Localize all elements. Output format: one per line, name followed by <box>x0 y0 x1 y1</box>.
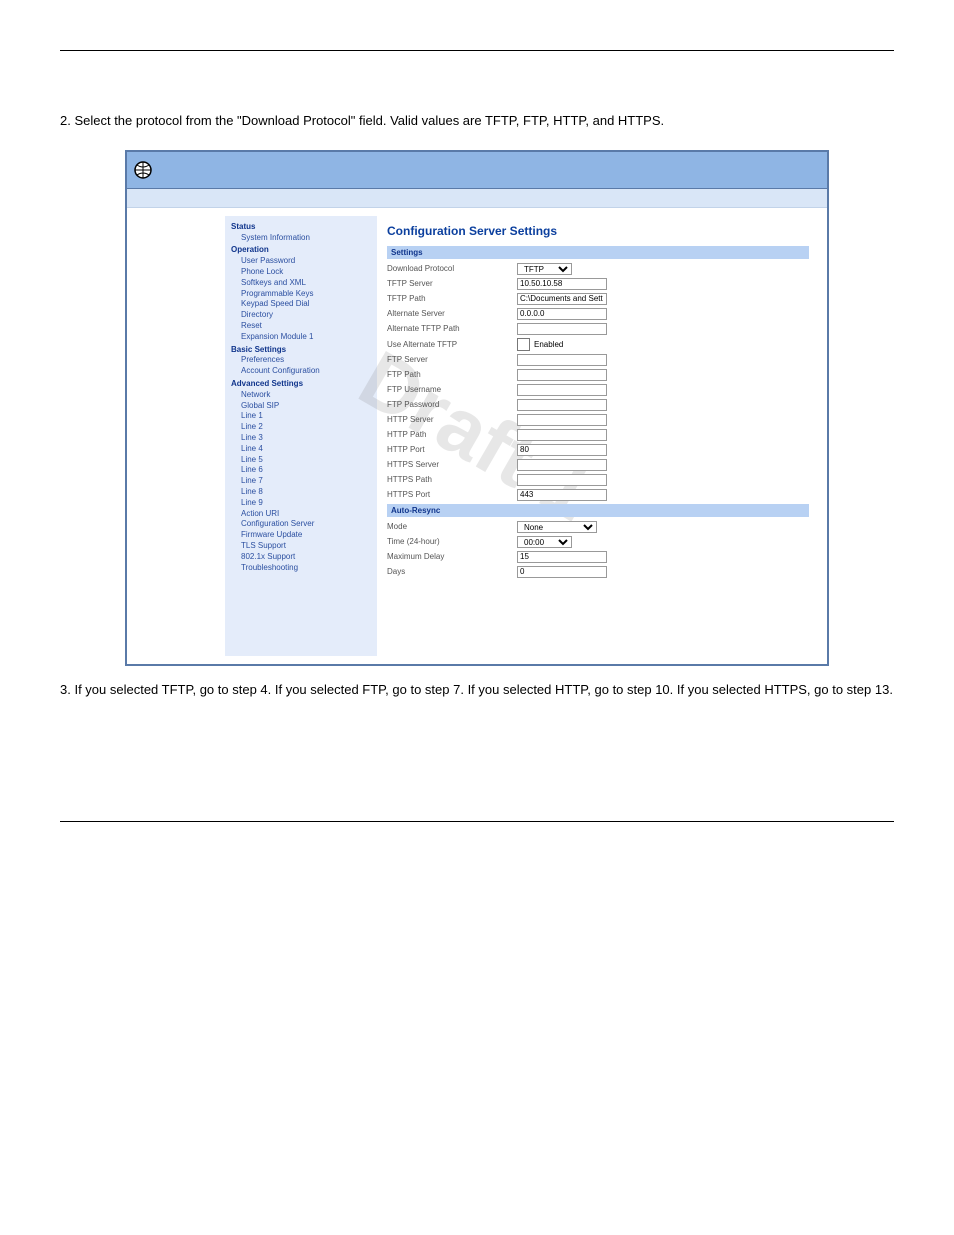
label-http-path: HTTP Path <box>387 430 517 439</box>
sidebar-item-global-sip[interactable]: Global SIP <box>231 401 371 412</box>
sidebar-item-system-information[interactable]: System Information <box>231 233 371 244</box>
sidebar-item-action-uri[interactable]: Action URI <box>231 509 371 520</box>
sidebar-item-expansion-module[interactable]: Expansion Module 1 <box>231 332 371 343</box>
sidebar-item-account-configuration[interactable]: Account Configuration <box>231 366 371 377</box>
label-http-port: HTTP Port <box>387 445 517 454</box>
page-top-rule <box>60 50 894 51</box>
sidebar-item-phone-lock[interactable]: Phone Lock <box>231 267 371 278</box>
sidebar-item-preferences[interactable]: Preferences <box>231 355 371 366</box>
sidebar-item-troubleshooting[interactable]: Troubleshooting <box>231 563 371 574</box>
select-mode[interactable]: None <box>517 521 597 533</box>
input-ftp-password[interactable] <box>517 399 607 411</box>
sidebar-item-user-password[interactable]: User Password <box>231 256 371 267</box>
sidebar-item-firmware-update[interactable]: Firmware Update <box>231 530 371 541</box>
label-https-path: HTTPS Path <box>387 475 517 484</box>
label-ftp-username: FTP Username <box>387 385 517 394</box>
app-header-bar <box>127 152 827 189</box>
input-https-port[interactable] <box>517 489 607 501</box>
select-time[interactable]: 00:00 <box>517 536 572 548</box>
sidebar-heading-advanced: Advanced Settings <box>231 379 371 390</box>
sidebar-item-line6[interactable]: Line 6 <box>231 465 371 476</box>
label-max-delay: Maximum Delay <box>387 552 517 561</box>
sidebar-item-line1[interactable]: Line 1 <box>231 411 371 422</box>
input-ftp-path[interactable] <box>517 369 607 381</box>
page-outro-text: 3. If you selected TFTP, go to step 4. I… <box>60 680 894 701</box>
sidebar-item-line3[interactable]: Line 3 <box>231 433 371 444</box>
label-tftp-server: TFTP Server <box>387 279 517 288</box>
sidebar-heading-operation: Operation <box>231 245 371 256</box>
main-panel: Configuration Server Settings Settings D… <box>377 216 819 656</box>
input-ftp-server[interactable] <box>517 354 607 366</box>
select-download-protocol[interactable]: TFTP <box>517 263 572 275</box>
page-bottom-rule <box>60 821 894 822</box>
sidebar-item-programmable-keys[interactable]: Programmable Keys <box>231 289 371 300</box>
label-ftp-password: FTP Password <box>387 400 517 409</box>
sidebar-item-8021x-support[interactable]: 802.1x Support <box>231 552 371 563</box>
label-alternate-server: Alternate Server <box>387 309 517 318</box>
input-tftp-server[interactable] <box>517 278 607 290</box>
sidebar-item-keypad-speed-dial[interactable]: Keypad Speed Dial <box>231 299 371 310</box>
sidebar-heading-status: Status <box>231 222 371 233</box>
sidebar-item-tls-support[interactable]: TLS Support <box>231 541 371 552</box>
sidebar-item-line8[interactable]: Line 8 <box>231 487 371 498</box>
sidebar-item-line7[interactable]: Line 7 <box>231 476 371 487</box>
label-https-port: HTTPS Port <box>387 490 517 499</box>
input-https-path[interactable] <box>517 474 607 486</box>
checkbox-use-alternate-tftp[interactable] <box>517 338 530 351</box>
sidebar-item-configuration-server[interactable]: Configuration Server <box>231 519 371 530</box>
input-alternate-server[interactable] <box>517 308 607 320</box>
sidebar-item-line4[interactable]: Line 4 <box>231 444 371 455</box>
app-subheader-bar <box>127 189 827 208</box>
input-alternate-tftp-path[interactable] <box>517 323 607 335</box>
sidebar-item-line9[interactable]: Line 9 <box>231 498 371 509</box>
panel-title: Configuration Server Settings <box>387 224 809 238</box>
sidebar-item-network[interactable]: Network <box>231 390 371 401</box>
label-mode: Mode <box>387 522 517 531</box>
input-http-server[interactable] <box>517 414 607 426</box>
input-max-delay[interactable] <box>517 551 607 563</box>
label-alternate-tftp-path: Alternate TFTP Path <box>387 324 517 333</box>
label-time: Time (24-hour) <box>387 537 517 546</box>
section-settings-bar: Settings <box>387 246 809 259</box>
checkbox-label-enabled: Enabled <box>534 340 563 349</box>
sidebar-item-line2[interactable]: Line 2 <box>231 422 371 433</box>
label-days: Days <box>387 567 517 576</box>
input-http-path[interactable] <box>517 429 607 441</box>
sidebar-item-softkeys-xml[interactable]: Softkeys and XML <box>231 278 371 289</box>
label-download-protocol: Download Protocol <box>387 264 517 273</box>
input-ftp-username[interactable] <box>517 384 607 396</box>
input-http-port[interactable] <box>517 444 607 456</box>
input-days[interactable] <box>517 566 607 578</box>
page-intro-text: 2. Select the protocol from the "Downloa… <box>60 111 894 132</box>
label-https-server: HTTPS Server <box>387 460 517 469</box>
globe-icon <box>133 160 153 180</box>
label-ftp-server: FTP Server <box>387 355 517 364</box>
sidebar-item-directory[interactable]: Directory <box>231 310 371 321</box>
label-http-server: HTTP Server <box>387 415 517 424</box>
input-https-server[interactable] <box>517 459 607 471</box>
sidebar: Status System Information Operation User… <box>225 216 377 656</box>
section-auto-resync-bar: Auto-Resync <box>387 504 809 517</box>
input-tftp-path[interactable] <box>517 293 607 305</box>
label-ftp-path: FTP Path <box>387 370 517 379</box>
sidebar-item-line5[interactable]: Line 5 <box>231 455 371 466</box>
label-tftp-path: TFTP Path <box>387 294 517 303</box>
app-window: Draft 1 Status System Information Operat… <box>125 150 829 666</box>
label-use-alternate-tftp: Use Alternate TFTP <box>387 340 517 349</box>
sidebar-item-reset[interactable]: Reset <box>231 321 371 332</box>
sidebar-heading-basic: Basic Settings <box>231 345 371 356</box>
